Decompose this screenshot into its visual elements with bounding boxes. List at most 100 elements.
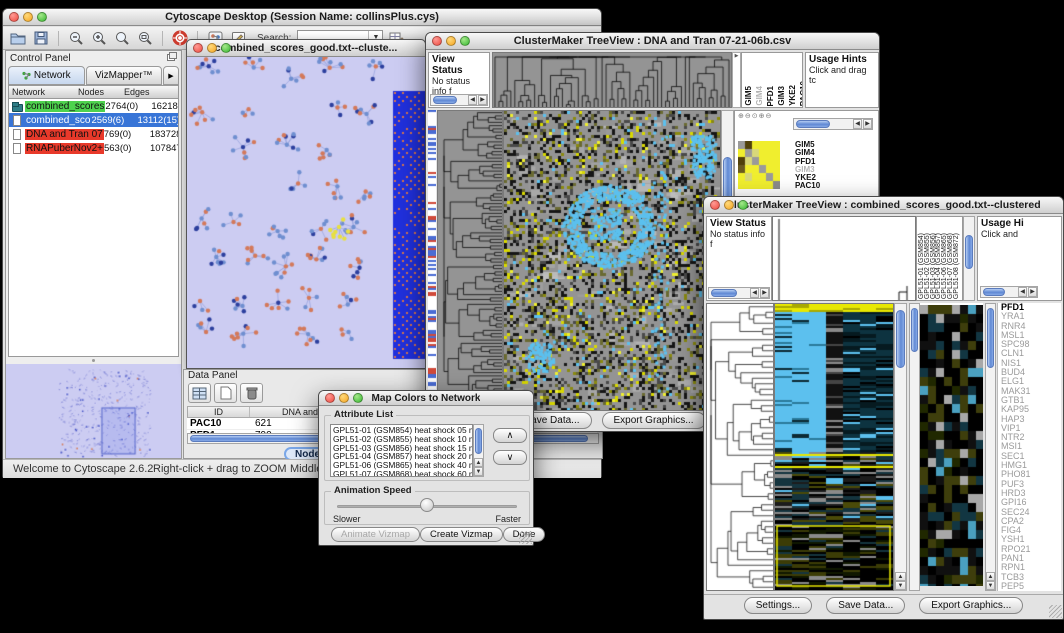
- column-label[interactable]: PFD1: [766, 86, 775, 106]
- column-label[interactable]: GIM4: [755, 86, 764, 106]
- column-dendrogram[interactable]: [772, 216, 916, 301]
- usage-hints-hscrollbar[interactable]: ◀ ▶: [980, 286, 1038, 298]
- network-canvas[interactable]: [187, 57, 425, 368]
- panel-divider[interactable]: [6, 357, 181, 364]
- dialog-titlebar[interactable]: Map Colors to Network: [319, 391, 533, 406]
- move-down-button[interactable]: ∨: [493, 450, 527, 465]
- zoom-button[interactable]: [460, 36, 470, 46]
- close-button[interactable]: [432, 36, 442, 46]
- network-table-row[interactable]: combined_sco 2569(6) 13112(15): [9, 113, 178, 127]
- treeview1-titlebar[interactable]: ClusterMaker TreeView : DNA and Tran 07-…: [426, 33, 879, 50]
- dialog-button[interactable]: Create Vizmap: [420, 527, 503, 542]
- column-dendrogram[interactable]: [492, 52, 732, 108]
- resize-grip[interactable]: [1049, 605, 1062, 618]
- row-dendrogram[interactable]: [706, 303, 774, 591]
- attribute-list-vscrollbar[interactable]: ▲ ▼: [473, 424, 484, 477]
- close-button[interactable]: [325, 393, 335, 403]
- speed-slider-thumb[interactable]: [420, 498, 434, 512]
- minimize-button[interactable]: [23, 12, 33, 22]
- treeview2-button[interactable]: Settings...: [744, 597, 812, 614]
- treeview1-button[interactable]: Export Graphics...: [602, 412, 706, 429]
- detail-hscrollbar[interactable]: ◀ ▶: [793, 118, 873, 130]
- view-status-hscrollbar[interactable]: ◀ ▶: [708, 287, 770, 299]
- network-nodes-count: 2569(6): [91, 115, 137, 126]
- split-handle[interactable]: ▶: [732, 52, 741, 108]
- open-file-icon[interactable]: [8, 29, 28, 48]
- detail-left-vscrollbar[interactable]: [909, 303, 920, 591]
- delete-attribute-icon[interactable]: [240, 383, 263, 403]
- dialog-button[interactable]: Animate Vizmap: [331, 527, 420, 542]
- toolbar-separator: [58, 31, 59, 46]
- scroll-right-icon[interactable]: ▶: [478, 95, 487, 105]
- zoom-button[interactable]: [221, 43, 231, 53]
- main-window-title: Cytoscape Desktop (Session Name: collins…: [165, 11, 439, 23]
- resize-grip[interactable]: [519, 531, 532, 544]
- detail-gene-labels: GIM5GIM4PFD1GIM3YKE2PAC10: [795, 141, 820, 191]
- minimize-button[interactable]: [339, 393, 349, 403]
- heatmap-global-view[interactable]: [774, 303, 894, 591]
- scroll-down-icon[interactable]: ▼: [895, 581, 906, 590]
- close-button[interactable]: [9, 12, 19, 22]
- close-button[interactable]: [710, 200, 720, 210]
- zoom-button[interactable]: [37, 12, 47, 22]
- network-table-row[interactable]: combined_scores 2764(0) 16218(0): [9, 99, 178, 113]
- minimize-button[interactable]: [724, 200, 734, 210]
- scroll-up-icon[interactable]: ▲: [474, 458, 483, 467]
- scroll-down-icon[interactable]: ▼: [986, 581, 995, 590]
- zoom-selected-icon[interactable]: [112, 29, 132, 48]
- zoom-detail-heatmap[interactable]: [920, 303, 983, 586]
- tab-vizmapper[interactable]: VizMapper™: [86, 66, 163, 85]
- zoom-out-icon[interactable]: [66, 29, 86, 48]
- new-attribute-icon[interactable]: [214, 383, 237, 403]
- zoom-button[interactable]: [738, 200, 748, 210]
- column-label[interactable]: GIM5: [744, 86, 753, 106]
- attribute-select-icon[interactable]: [188, 383, 211, 403]
- treeview2-button[interactable]: Export Graphics...: [919, 597, 1023, 614]
- minimize-button[interactable]: [207, 43, 217, 53]
- scroll-left-icon[interactable]: ◀: [750, 288, 759, 298]
- scroll-left-icon[interactable]: ◀: [853, 119, 862, 129]
- scroll-right-icon[interactable]: ▶: [863, 119, 872, 129]
- scroll-right-icon[interactable]: ▶: [760, 288, 769, 298]
- main-titlebar[interactable]: Cytoscape Desktop (Session Name: collins…: [3, 9, 601, 26]
- scroll-left-icon[interactable]: ◀: [468, 95, 477, 105]
- network-table-row[interactable]: RNAPuberNov2+ 563(0) 107847(0): [9, 141, 178, 155]
- network-view-titlebar[interactable]: combined_scores_good.txt--cluste...: [187, 40, 425, 57]
- tab-network[interactable]: Network: [8, 66, 85, 85]
- scroll-down-icon[interactable]: ▼: [474, 467, 483, 476]
- zoom-fit-icon[interactable]: [135, 29, 155, 48]
- treeview2-titlebar[interactable]: ClusterMaker TreeView : combined_scores_…: [704, 197, 1063, 214]
- detail-toolbar-icons[interactable]: ⊕⊖⊙⊕⊖: [738, 112, 772, 120]
- scroll-left-icon[interactable]: ◀: [1018, 287, 1027, 297]
- network-table-header[interactable]: Network Nodes Edges: [9, 86, 178, 99]
- save-icon[interactable]: [31, 29, 51, 48]
- move-up-button[interactable]: ∧: [493, 428, 527, 443]
- minimize-button[interactable]: [446, 36, 456, 46]
- close-button[interactable]: [193, 43, 203, 53]
- column-label[interactable]: GIM3: [777, 86, 786, 106]
- treeview2-button[interactable]: Save Data...: [826, 597, 905, 614]
- detail-gene-label[interactable]: PAC10: [795, 182, 820, 190]
- row-dendrogram[interactable]: [437, 110, 503, 411]
- zoom-button[interactable]: [353, 393, 363, 403]
- network-table-row[interactable]: DNA and Tran 07 769(0) 183728(0): [9, 127, 178, 141]
- attribute-list-item[interactable]: GPL51-07 (GSM868) heat shock 60 min: [333, 470, 470, 477]
- tab-overflow-arrow[interactable]: ▶: [163, 66, 179, 85]
- detail-matrix[interactable]: [738, 141, 780, 189]
- scroll-up-icon[interactable]: ▲: [895, 572, 906, 581]
- usage-hints-text: Click and: [978, 229, 1061, 239]
- birdseye-view[interactable]: [6, 364, 181, 458]
- detail-right-vscrollbar[interactable]: ▲ ▼: [985, 303, 996, 591]
- column-label[interactable]: YKE2: [788, 85, 797, 106]
- view-status-hscrollbar[interactable]: ◀ ▶: [430, 94, 488, 106]
- scroll-up-icon[interactable]: ▲: [986, 572, 995, 581]
- column-label[interactable]: PAC10: [799, 81, 803, 106]
- heatmap-global-view[interactable]: [503, 110, 721, 411]
- heatmap-vscrollbar[interactable]: ▲ ▼: [894, 303, 907, 591]
- scroll-right-icon[interactable]: ▶: [1028, 287, 1037, 297]
- gene-list: PFD1YRA1RNR4MSL1SPC98CLN1NIS1BUD4ELG1MAK…: [997, 303, 1061, 591]
- column-label[interactable]: GPL51-08 (GSM872): [954, 233, 960, 299]
- zoom-in-icon[interactable]: [89, 29, 109, 48]
- float-panel-icon[interactable]: [167, 52, 177, 64]
- labels-vscrollbar[interactable]: [963, 216, 975, 301]
